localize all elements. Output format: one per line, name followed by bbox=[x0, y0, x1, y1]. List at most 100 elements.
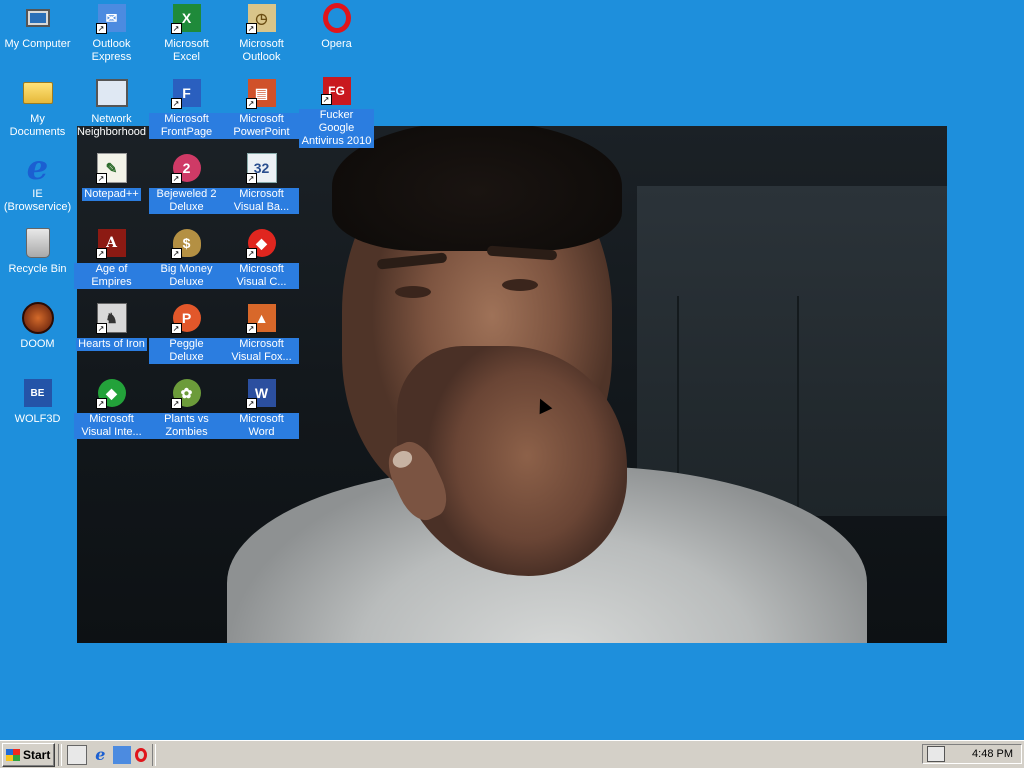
shortcut-arrow-icon: ↗ bbox=[95, 173, 107, 184]
desktop-icon-frontpage[interactable]: F ↗ Microsoft FrontPage bbox=[149, 75, 224, 147]
desktop-icon-peggle[interactable]: P ↗ Peggle Deluxe bbox=[149, 300, 224, 372]
desktop-icon-plants-vs-zombies[interactable]: ✿ ↗ Plants vs Zombies bbox=[149, 375, 224, 447]
windows-flag-icon bbox=[6, 748, 20, 761]
desktop-icon-label: Microsoft Visual Ba... bbox=[224, 188, 299, 214]
opera-icon bbox=[321, 2, 353, 34]
shortcut-arrow-icon: ↗ bbox=[245, 23, 257, 34]
desktop-icon-notepadpp[interactable]: ✎ ↗ Notepad++ bbox=[74, 150, 149, 222]
shortcut-arrow-icon: ↗ bbox=[245, 323, 257, 334]
taskbar-separator bbox=[58, 743, 63, 766]
desktop-icon-bejeweled[interactable]: 2 ↗ Bejeweled 2 Deluxe bbox=[149, 150, 224, 222]
desktop-icon-fg-antivirus[interactable]: FG ↗ Fucker Google Antivirus 2010 bbox=[299, 75, 374, 148]
desktop-icon-network[interactable]: Network Neighborhood bbox=[74, 75, 149, 147]
opera-icon[interactable] bbox=[135, 747, 148, 762]
desktop-icon-label: Microsoft Visual Inte... bbox=[74, 413, 149, 439]
money-bag-icon: $ ↗ bbox=[170, 227, 203, 259]
shortcut-arrow-icon: ↗ bbox=[245, 398, 257, 409]
desktop-icon-label: Microsoft Excel bbox=[164, 38, 209, 63]
desktop-icon-label: Microsoft Visual Fox... bbox=[224, 338, 299, 364]
desktop-icon-visual-foxpro[interactable]: ▲ ↗ Microsoft Visual Fox... bbox=[224, 300, 299, 372]
desktop-icon-label: Microsoft Outlook bbox=[239, 38, 284, 63]
desktop-icon-doom[interactable]: DOOM bbox=[0, 300, 75, 372]
monitor-icon bbox=[22, 2, 54, 34]
visual-cpp-icon: ◆ ↗ bbox=[245, 227, 278, 259]
visual-interdev-icon: ◆ ↗ bbox=[95, 377, 128, 409]
wolf3d-icon: BE bbox=[22, 377, 54, 409]
desktop-icon-label: My Computer bbox=[4, 38, 71, 50]
desktop-icon-label: WOLF3D bbox=[14, 413, 61, 425]
doom-icon bbox=[21, 302, 54, 334]
word-icon: W ↗ bbox=[245, 377, 278, 409]
desktop-icon-hearts-of-iron[interactable]: ♞ ↗ Hearts of Iron bbox=[74, 300, 149, 372]
taskbar-separator bbox=[152, 743, 157, 766]
age-of-empires-icon: A ↗ bbox=[95, 227, 128, 259]
shortcut-arrow-icon: ↗ bbox=[245, 98, 257, 109]
fg-antivirus-icon: FG ↗ bbox=[320, 77, 353, 105]
desktop-icon-label: Age of Empires bbox=[74, 263, 149, 289]
outlook-express-icon[interactable] bbox=[113, 745, 132, 764]
desktop-icon-recycle-bin[interactable]: Recycle Bin bbox=[0, 225, 75, 297]
desktop[interactable]: My Computer My Documents e IE (Browservi… bbox=[0, 0, 1024, 740]
system-tray: 4:48 PM bbox=[922, 744, 1022, 764]
shortcut-arrow-icon: ↗ bbox=[320, 94, 332, 105]
desktop-icon-label: Microsoft Word bbox=[224, 413, 299, 439]
desktop-icon-outlook-express[interactable]: ✉ ↗ Outlook Express bbox=[74, 0, 149, 72]
desktop-icon-label: DOOM bbox=[20, 338, 55, 350]
desktop-icon-label: Microsoft Visual C... bbox=[224, 263, 299, 289]
show-desktop-icon[interactable] bbox=[67, 744, 88, 765]
plants-vs-zombies-icon: ✿ ↗ bbox=[170, 377, 203, 409]
desktop-icon-label: Bejeweled 2 Deluxe bbox=[149, 188, 224, 214]
desktop-icon-label: IE (Browservice) bbox=[3, 188, 72, 213]
peggle-icon: P ↗ bbox=[170, 302, 203, 334]
desktop-icon-label: Peggle Deluxe bbox=[149, 338, 224, 364]
shortcut-arrow-icon: ↗ bbox=[95, 23, 107, 34]
desktop-icon-powerpoint[interactable]: ▤ ↗ Microsoft PowerPoint bbox=[224, 75, 299, 147]
desktop-icon-visual-interdev[interactable]: ◆ ↗ Microsoft Visual Inte... bbox=[74, 375, 149, 447]
desktop-icon-label: Outlook Express bbox=[91, 38, 132, 63]
desktop-icon-label: Opera bbox=[321, 38, 352, 50]
desktop-icon-ie[interactable]: e IE (Browservice) bbox=[0, 150, 75, 222]
clock[interactable]: 4:48 PM bbox=[972, 748, 1013, 760]
bejeweled-icon: 2 ↗ bbox=[170, 152, 203, 184]
shortcut-arrow-icon: ↗ bbox=[170, 173, 182, 184]
internet-explorer-icon[interactable]: e bbox=[91, 745, 109, 764]
desktop-icon-excel[interactable]: X ↗ Microsoft Excel bbox=[149, 0, 224, 72]
tray-network-icon[interactable] bbox=[927, 746, 945, 762]
shortcut-arrow-icon: ↗ bbox=[95, 398, 107, 409]
desktop-icon-my-documents[interactable]: My Documents bbox=[0, 75, 75, 147]
desktop-icon-label: Microsoft PowerPoint bbox=[224, 113, 299, 139]
desktop-icon-big-money[interactable]: $ ↗ Big Money Deluxe bbox=[149, 225, 224, 297]
desktop-icon-label: Fucker Google Antivirus 2010 bbox=[299, 109, 374, 148]
desktop-icon-visual-cpp[interactable]: ◆ ↗ Microsoft Visual C... bbox=[224, 225, 299, 297]
powerpoint-icon: ▤ ↗ bbox=[245, 77, 278, 109]
desktop-icon-label: Plants vs Zombies bbox=[149, 413, 224, 439]
shortcut-arrow-icon: ↗ bbox=[95, 248, 107, 259]
shortcut-arrow-icon: ↗ bbox=[170, 323, 182, 334]
recycle-bin-icon bbox=[22, 227, 54, 259]
hearts-of-iron-icon: ♞ ↗ bbox=[95, 302, 128, 334]
visual-basic-icon: 32 ↗ bbox=[245, 152, 278, 184]
desktop-icon-label: Recycle Bin bbox=[8, 263, 67, 275]
shortcut-arrow-icon: ↗ bbox=[170, 23, 182, 34]
desktop-icon-label: Big Money Deluxe bbox=[149, 263, 224, 289]
taskbar: Start e 4:48 PM bbox=[0, 740, 1024, 768]
desktop-icon-wolf3d[interactable]: BE WOLF3D bbox=[0, 375, 75, 447]
desktop-icon-opera[interactable]: Opera bbox=[299, 0, 374, 72]
shortcut-arrow-icon: ↗ bbox=[245, 248, 257, 259]
outlook-express-icon: ✉ ↗ bbox=[95, 2, 128, 34]
desktop-icon-visual-basic[interactable]: 32 ↗ Microsoft Visual Ba... bbox=[224, 150, 299, 222]
start-label: Start bbox=[23, 747, 51, 762]
outlook-icon: ◷ ↗ bbox=[245, 2, 278, 34]
visual-foxpro-icon: ▲ ↗ bbox=[245, 302, 278, 334]
desktop-icon-outlook[interactable]: ◷ ↗ Microsoft Outlook bbox=[224, 0, 299, 72]
start-button[interactable]: Start bbox=[2, 742, 56, 767]
desktop-icon-label: Hearts of Iron bbox=[76, 338, 147, 351]
desktop-icon-label: My Documents bbox=[9, 113, 66, 138]
desktop-icon-word[interactable]: W ↗ Microsoft Word bbox=[224, 375, 299, 447]
desktop-icon-label: Microsoft FrontPage bbox=[149, 113, 224, 139]
shortcut-arrow-icon: ↗ bbox=[95, 323, 107, 334]
shortcut-arrow-icon: ↗ bbox=[170, 398, 182, 409]
desktop-icon-age-of-empires[interactable]: A ↗ Age of Empires bbox=[74, 225, 149, 297]
desktop-icon-my-computer[interactable]: My Computer bbox=[0, 0, 75, 72]
excel-icon: X ↗ bbox=[170, 2, 203, 34]
